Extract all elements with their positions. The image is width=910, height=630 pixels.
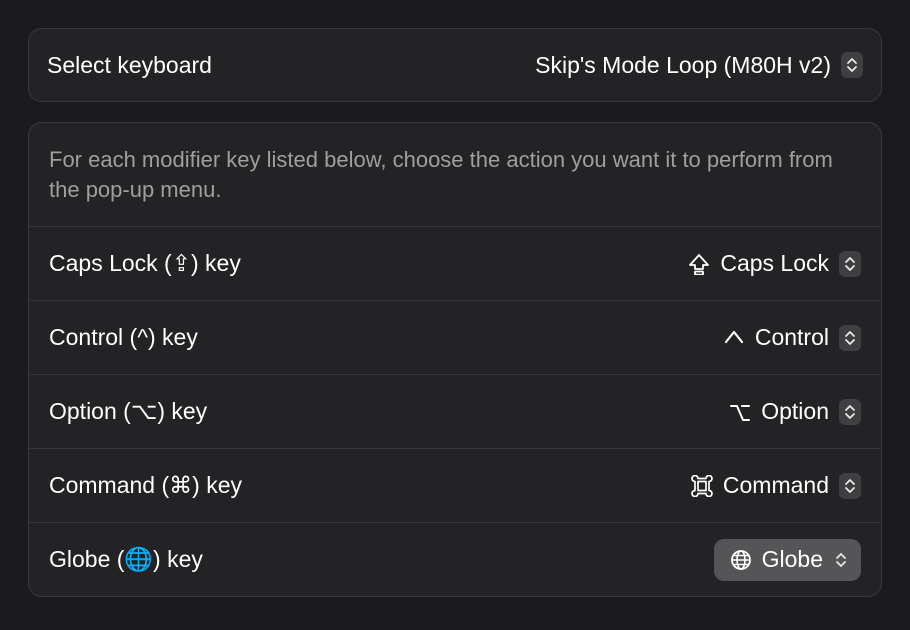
modifier-row-value: Control bbox=[755, 324, 829, 351]
up-down-chevron-icon[interactable] bbox=[839, 399, 861, 425]
up-down-chevron-icon[interactable] bbox=[839, 251, 861, 277]
select-keyboard-label: Select keyboard bbox=[47, 52, 212, 79]
select-keyboard-value: Skip's Mode Loop (M80H v2) bbox=[535, 52, 831, 79]
modifier-row-label: Globe (🌐) key bbox=[49, 546, 203, 573]
modifier-row-value: Globe bbox=[762, 546, 823, 573]
modifier-row-value: Caps Lock bbox=[720, 250, 829, 277]
up-down-chevron-icon[interactable] bbox=[839, 473, 861, 499]
modifier-row-label: Caps Lock (⇪) key bbox=[49, 250, 241, 277]
modifier-row-label: Option (⌥) key bbox=[49, 398, 207, 425]
command-icon bbox=[691, 475, 713, 497]
control-icon bbox=[723, 327, 745, 349]
up-down-chevron-icon[interactable] bbox=[839, 325, 861, 351]
globe-icon bbox=[730, 549, 752, 571]
modifier-row-option[interactable]: Option (⌥) key Option bbox=[29, 374, 881, 448]
modifier-row-capslock[interactable]: Caps Lock (⇪) key Caps Lock bbox=[29, 226, 881, 300]
up-down-chevron-icon[interactable] bbox=[833, 551, 849, 569]
modifier-row-label: Command (⌘) key bbox=[49, 472, 242, 499]
capslock-icon bbox=[688, 253, 710, 275]
select-keyboard-row[interactable]: Select keyboard Skip's Mode Loop (M80H v… bbox=[28, 28, 882, 102]
modifier-row-control[interactable]: Control (^) key Control bbox=[29, 300, 881, 374]
option-icon bbox=[729, 401, 751, 423]
modifier-row-value: Command bbox=[723, 472, 829, 499]
modifier-row-value-group[interactable]: Caps Lock bbox=[688, 250, 861, 277]
modifier-row-command[interactable]: Command (⌘) key Command bbox=[29, 448, 881, 522]
modifier-keys-card: For each modifier key listed below, choo… bbox=[28, 122, 882, 597]
modifier-row-value-group[interactable]: Globe bbox=[714, 539, 861, 581]
modifier-row-value-group[interactable]: Command bbox=[691, 472, 861, 499]
modifier-row-globe[interactable]: Globe (🌐) key Globe bbox=[29, 522, 881, 596]
modifier-row-value-group[interactable]: Option bbox=[729, 398, 861, 425]
modifier-row-value: Option bbox=[761, 398, 829, 425]
modifier-row-label: Control (^) key bbox=[49, 324, 198, 351]
modifier-row-selected-pill[interactable]: Globe bbox=[714, 539, 861, 581]
description-text: For each modifier key listed below, choo… bbox=[29, 123, 881, 226]
modifier-row-value-group[interactable]: Control bbox=[723, 324, 861, 351]
up-down-chevron-icon[interactable] bbox=[841, 52, 863, 78]
